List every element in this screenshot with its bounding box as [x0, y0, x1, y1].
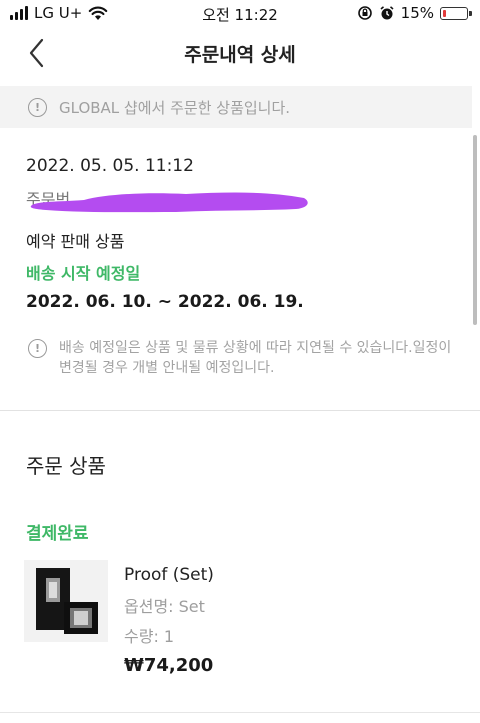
divider	[0, 410, 480, 411]
shipping-date-range: 2022. 06. 10. ~ 2022. 06. 19.	[26, 292, 304, 312]
battery-icon	[440, 6, 472, 20]
info-icon: !	[28, 97, 47, 117]
notice-text: GLOBAL 샵에서 주문한 상품입니다.	[59, 98, 291, 117]
order-items-title: 주문 상품	[26, 454, 106, 478]
global-shop-notice: ! GLOBAL 샵에서 주문한 상품입니다.	[0, 86, 472, 128]
header: 주문내역 상세	[0, 28, 480, 80]
product-name[interactable]: Proof (Set)	[124, 565, 214, 585]
page-title: 주문내역 상세	[184, 44, 296, 66]
info-icon: !	[28, 339, 47, 358]
order-number: 주문번	[26, 186, 316, 213]
product-option: 옵션명: Set	[124, 597, 205, 616]
orientation-lock-icon	[357, 6, 372, 20]
product-price: ₩74,200	[124, 655, 214, 676]
battery-percent: 15%	[400, 4, 434, 22]
shipping-start-label: 배송 시작 예정일	[26, 264, 141, 283]
payment-status: 결제완료	[26, 524, 89, 544]
product-thumbnail[interactable]	[24, 560, 108, 642]
status-right: 15%	[357, 4, 472, 22]
album-box-image	[36, 568, 98, 634]
shipping-note-text: 배송 예정일은 상품 및 물류 상황에 따라 지연될 수 있습니다.일정이 변경…	[59, 340, 452, 376]
product-quantity: 수량: 1	[124, 627, 175, 646]
status-bar: LG U+ 오전 11:22 15%	[0, 0, 480, 28]
divider	[0, 712, 480, 713]
order-datetime: 2022. 05. 05. 11:12	[26, 156, 194, 176]
alarm-icon	[380, 6, 394, 20]
shipping-note: ! 배송 예정일은 상품 및 물류 상황에 따라 지연될 수 있습니다.일정이 …	[28, 338, 465, 378]
sale-type: 예약 판매 상품	[26, 232, 125, 251]
redaction-mark	[30, 192, 308, 213]
scrollbar[interactable]	[473, 135, 477, 325]
